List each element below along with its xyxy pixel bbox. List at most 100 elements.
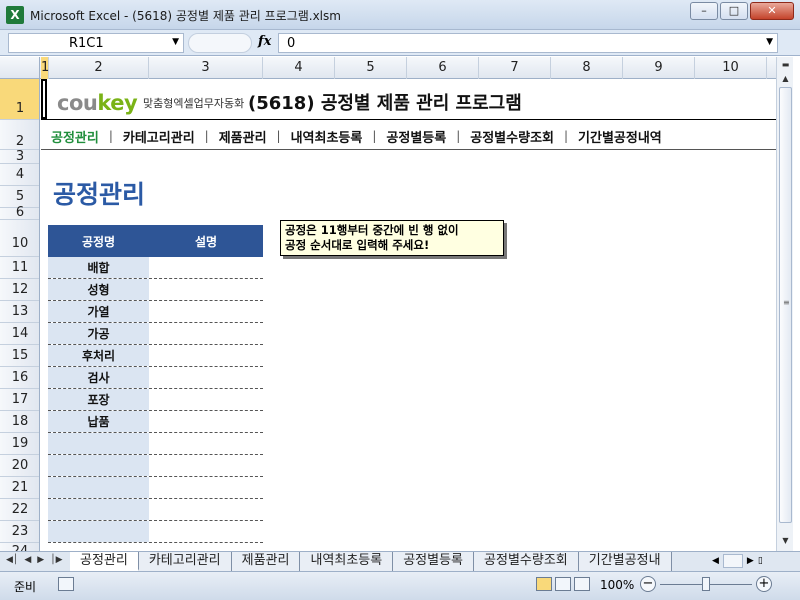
nav-product-management[interactable]: 제품관리	[209, 127, 277, 146]
sheet-tab[interactable]: 공정관리	[70, 552, 139, 571]
description-cell[interactable]	[149, 521, 263, 542]
row-header[interactable]: 15	[0, 345, 39, 367]
chevron-down-icon[interactable]: ▼	[172, 37, 179, 47]
vertical-scrollbar[interactable]: ▬ ▲ ≡ ▼	[776, 57, 793, 551]
scroll-up-icon[interactable]: ▲	[778, 71, 793, 87]
row-header[interactable]: 6	[0, 206, 39, 220]
process-name-cell[interactable]	[48, 521, 149, 542]
description-cell[interactable]	[149, 389, 263, 410]
row-header[interactable]: 22	[0, 499, 39, 521]
description-cell[interactable]	[149, 499, 263, 520]
description-cell[interactable]	[149, 455, 263, 476]
process-name-cell[interactable]: 가공	[48, 323, 149, 344]
scroll-left-icon[interactable]: ◀	[712, 556, 719, 566]
zoom-slider-thumb[interactable]	[702, 577, 710, 591]
process-name-cell[interactable]: 가열	[48, 301, 149, 322]
row-header[interactable]: 13	[0, 301, 39, 323]
zoom-out-button[interactable]: −	[640, 576, 656, 592]
row-header[interactable]: 19	[0, 433, 39, 455]
zoom-in-button[interactable]: +	[756, 576, 772, 592]
active-cell[interactable]	[41, 79, 47, 119]
description-cell[interactable]	[149, 301, 263, 322]
column-header[interactable]: 8	[551, 57, 623, 79]
column-header[interactable]: 1	[41, 57, 49, 79]
nav-category-management[interactable]: 카테고리관리	[113, 127, 205, 146]
row-header[interactable]: 14	[0, 323, 39, 345]
row-header[interactable]: 18	[0, 411, 39, 433]
process-name-cell[interactable]	[48, 477, 149, 498]
horizontal-scrollbar[interactable]: ◀ ▶ ▯	[712, 554, 763, 568]
next-sheet-icon[interactable]: ▶	[37, 555, 44, 565]
column-header[interactable]: 10	[695, 57, 767, 79]
prev-sheet-icon[interactable]: ◀	[24, 555, 31, 565]
row-header[interactable]: 23	[0, 521, 39, 543]
description-cell[interactable]	[149, 477, 263, 498]
description-cell[interactable]	[149, 345, 263, 366]
formula-input[interactable]: 0 ▼	[278, 33, 778, 53]
column-header[interactable]: 9	[623, 57, 695, 79]
row-header[interactable]: 17	[0, 389, 39, 411]
sheet-tab[interactable]: 공정별수량조회	[474, 552, 579, 571]
row-header[interactable]: 2	[0, 120, 39, 150]
description-cell[interactable]	[149, 433, 263, 454]
row-header[interactable]: 11	[0, 257, 39, 279]
sheet-tab[interactable]: 카테고리관리	[138, 552, 232, 571]
scroll-thumb[interactable]	[722, 554, 743, 568]
page-layout-view-button[interactable]	[555, 577, 571, 591]
split-handle-icon[interactable]: ▯	[758, 556, 763, 566]
sheet-tab[interactable]: 내역최초등록	[300, 552, 394, 571]
row-header[interactable]: 16	[0, 367, 39, 389]
scroll-right-icon[interactable]: ▶	[747, 556, 754, 566]
row-header[interactable]: 3	[0, 150, 39, 164]
column-header[interactable]: 6	[407, 57, 479, 79]
normal-view-button[interactable]	[536, 577, 552, 591]
description-cell[interactable]	[149, 323, 263, 344]
process-name-cell[interactable]	[48, 433, 149, 454]
process-name-cell[interactable]: 검사	[48, 367, 149, 388]
column-header[interactable]: 2	[49, 57, 149, 79]
row-header[interactable]: 20	[0, 455, 39, 477]
expand-formula-icon[interactable]: ▼	[766, 37, 773, 47]
column-header[interactable]: 3	[149, 57, 263, 79]
row-header[interactable]: 12	[0, 279, 39, 301]
column-header[interactable]: 4	[263, 57, 335, 79]
row-header[interactable]: 1	[0, 79, 39, 120]
process-name-cell[interactable]: 포장	[48, 389, 149, 410]
maximize-button[interactable]: □	[720, 2, 748, 20]
nav-initial-registration[interactable]: 내역최초등록	[281, 127, 373, 146]
nav-process-management[interactable]: 공정관리	[41, 127, 109, 146]
scroll-down-icon[interactable]: ▼	[778, 533, 793, 549]
macro-record-icon[interactable]	[58, 577, 74, 591]
description-cell[interactable]	[149, 411, 263, 432]
close-button[interactable]: ✕	[750, 2, 794, 20]
scroll-thumb[interactable]: ≡	[779, 87, 792, 523]
process-name-cell[interactable]	[48, 499, 149, 520]
column-header[interactable]: 5	[335, 57, 407, 79]
process-name-cell[interactable]: 후처리	[48, 345, 149, 366]
row-header[interactable]: 10	[0, 220, 39, 257]
description-cell[interactable]	[149, 257, 263, 278]
worksheet-grid[interactable]: coukey 맞춤형엑셀업무자동화 (5618) 공정별 제품 관리 프로그램 …	[41, 79, 776, 551]
sheet-tab[interactable]: 공정별등록	[393, 552, 475, 571]
process-name-cell[interactable]: 배합	[48, 257, 149, 278]
first-sheet-icon[interactable]: ◀│	[6, 555, 18, 565]
process-name-cell[interactable]: 성형	[48, 279, 149, 300]
nav-period-history[interactable]: 기간별공정내역	[568, 127, 672, 146]
last-sheet-icon[interactable]: │▶	[50, 555, 62, 565]
row-header[interactable]: 24	[0, 543, 39, 551]
sheet-tab[interactable]: 제품관리	[231, 552, 301, 571]
select-all-corner[interactable]	[0, 57, 40, 79]
nav-quantity-lookup[interactable]: 공정별수량조회	[460, 127, 564, 146]
process-name-cell[interactable]: 납품	[48, 411, 149, 432]
column-header[interactable]: 7	[479, 57, 551, 79]
zoom-level[interactable]: 100%	[600, 578, 634, 592]
row-header[interactable]: 4	[0, 164, 39, 186]
page-break-view-button[interactable]	[574, 577, 590, 591]
nav-process-registration[interactable]: 공정별등록	[376, 127, 456, 146]
description-cell[interactable]	[149, 367, 263, 388]
process-name-cell[interactable]	[48, 455, 149, 476]
minimize-button[interactable]: –	[690, 2, 718, 20]
description-cell[interactable]	[149, 279, 263, 300]
name-box[interactable]: R1C1 ▼	[8, 33, 184, 53]
insert-function-button[interactable]: fx	[258, 34, 271, 49]
